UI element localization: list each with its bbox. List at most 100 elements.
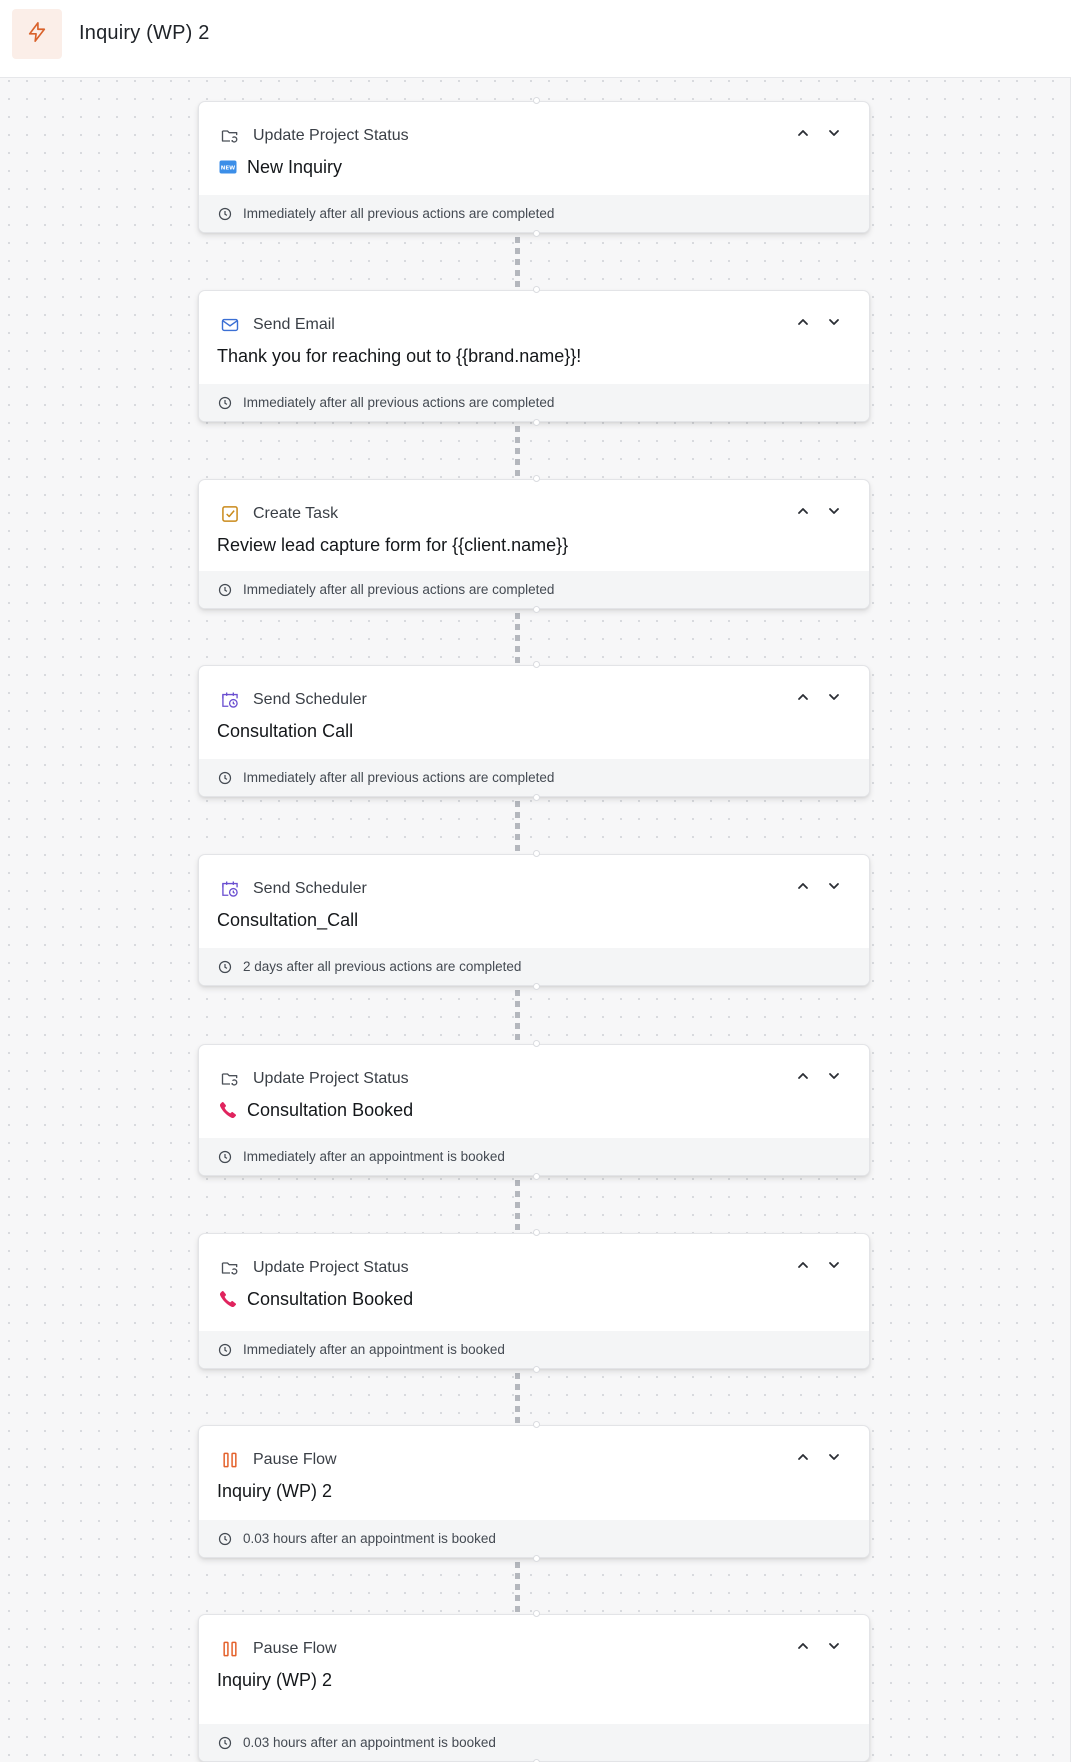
step-timing: Immediately after all previous actions a… [199, 571, 869, 608]
move-down-chevron-down-icon[interactable] [825, 877, 843, 895]
step-reorder-controls [794, 1067, 843, 1085]
envelope-icon [219, 314, 241, 336]
move-up-chevron-up-icon[interactable] [794, 1067, 812, 1085]
flow-connector [515, 990, 520, 1042]
step-title: Consultation Call [217, 718, 353, 744]
clock-icon [217, 1342, 233, 1358]
connector-anchor-bottom [533, 1555, 540, 1562]
move-down-chevron-down-icon[interactable] [825, 1067, 843, 1085]
step-title-text: Review lead capture form for {{client.na… [217, 534, 569, 555]
new-badge-icon: NEW [217, 156, 239, 178]
connector-anchor-top [533, 850, 540, 857]
connector-anchor-bottom [533, 419, 540, 426]
flow-step-card[interactable]: Update Project Status Consultation Booke… [198, 1044, 870, 1176]
step-reorder-controls [794, 124, 843, 142]
move-up-chevron-up-icon[interactable] [794, 688, 812, 706]
step-timing-text: 2 days after all previous actions are co… [243, 959, 522, 974]
clock-icon [217, 206, 233, 222]
move-up-chevron-up-icon[interactable] [794, 502, 812, 520]
step-type: Update Project Status [219, 1256, 409, 1280]
step-title: Inquiry (WP) 2 [217, 1667, 332, 1693]
flow-connector [515, 1180, 520, 1231]
step-title-text: Consultation Booked [247, 1099, 414, 1120]
move-up-chevron-up-icon[interactable] [794, 877, 812, 895]
flow-step-card[interactable]: Update Project Status Consultation Booke… [198, 1233, 870, 1369]
flow-step-card[interactable]: Send Scheduler Consultation_Call 2 days … [198, 854, 870, 986]
move-down-chevron-down-icon[interactable] [825, 124, 843, 142]
connector-anchor-bottom [533, 1366, 540, 1373]
step-title-text: Inquiry (WP) 2 [217, 1669, 333, 1690]
flow-connector [515, 237, 520, 288]
move-up-chevron-up-icon[interactable] [794, 313, 812, 331]
step-type-label: Update Project Status [253, 1259, 409, 1276]
step-type: Send Scheduler [219, 877, 367, 901]
flow-connector [515, 613, 520, 663]
step-timing-text: 0.03 hours after an appointment is booke… [243, 1531, 496, 1546]
step-timing-text: 0.03 hours after an appointment is booke… [243, 1735, 496, 1750]
step-title: Consultation_Call [217, 907, 358, 933]
svg-text:NEW: NEW [221, 166, 235, 172]
step-reorder-controls [794, 1448, 843, 1466]
clock-icon [217, 582, 233, 598]
flow-connector [515, 426, 520, 477]
step-title-text: Inquiry (WP) 2 [217, 1480, 333, 1501]
step-title: Consultation Booked [217, 1097, 413, 1123]
move-down-chevron-down-icon[interactable] [825, 1256, 843, 1274]
move-up-chevron-up-icon[interactable] [794, 1637, 812, 1655]
connector-anchor-top [533, 286, 540, 293]
step-type: Pause Flow [219, 1448, 337, 1472]
step-type: Send Email [219, 313, 335, 337]
flow-step-card[interactable]: Update Project Status NEW New Inquiry Im… [198, 101, 870, 233]
flow-connector [515, 1562, 520, 1612]
step-reorder-controls [794, 502, 843, 520]
connector-anchor-top [533, 1421, 540, 1428]
move-up-chevron-up-icon[interactable] [794, 1256, 812, 1274]
move-down-chevron-down-icon[interactable] [825, 313, 843, 331]
step-timing: Immediately after all previous actions a… [199, 759, 869, 796]
step-timing-text: Immediately after all previous actions a… [243, 582, 555, 597]
step-type-label: Pause Flow [253, 1640, 337, 1657]
step-timing-text: Immediately after all previous actions a… [243, 206, 555, 221]
phone-icon [217, 1288, 239, 1310]
flow-step-card[interactable]: Create Task Review lead capture form for… [198, 479, 870, 609]
move-down-chevron-down-icon[interactable] [825, 1448, 843, 1466]
step-title: Inquiry (WP) 2 [217, 1478, 332, 1504]
connector-anchor-top [533, 1040, 540, 1047]
step-timing-text: Immediately after an appointment is book… [243, 1149, 505, 1164]
folder-sync-icon [219, 1068, 241, 1090]
connector-anchor-bottom [533, 983, 540, 990]
trigger-badge[interactable] [12, 9, 62, 59]
checkbox-icon [219, 503, 241, 525]
step-timing: Immediately after an appointment is book… [199, 1331, 869, 1368]
clock-icon [217, 395, 233, 411]
step-type: Update Project Status [219, 124, 409, 148]
step-timing-text: Immediately after all previous actions a… [243, 395, 555, 410]
step-type-label: Update Project Status [253, 1070, 409, 1087]
move-down-chevron-down-icon[interactable] [825, 1637, 843, 1655]
step-title: Consultation Booked [217, 1286, 413, 1312]
step-timing: Immediately after an appointment is book… [199, 1138, 869, 1175]
move-down-chevron-down-icon[interactable] [825, 502, 843, 520]
step-title-text: Consultation_Call [217, 909, 359, 930]
step-type: Update Project Status [219, 1067, 409, 1091]
step-reorder-controls [794, 1256, 843, 1274]
connector-anchor-bottom [533, 606, 540, 613]
move-down-chevron-down-icon[interactable] [825, 688, 843, 706]
step-timing: Immediately after all previous actions a… [199, 384, 869, 421]
flow-connector [515, 801, 520, 852]
step-type-label: Send Scheduler [253, 880, 367, 897]
flow-step-card[interactable]: Pause Flow Inquiry (WP) 2 0.03 hours aft… [198, 1425, 870, 1558]
move-up-chevron-up-icon[interactable] [794, 1448, 812, 1466]
flow-step-card[interactable]: Send Scheduler Consultation Call Immedia… [198, 665, 870, 797]
lightning-bolt-icon [26, 21, 48, 48]
step-reorder-controls [794, 688, 843, 706]
move-up-chevron-up-icon[interactable] [794, 124, 812, 142]
connector-anchor-top [533, 97, 540, 104]
step-timing: 2 days after all previous actions are co… [199, 948, 869, 985]
pause-icon [219, 1638, 241, 1660]
step-reorder-controls [794, 313, 843, 331]
flow-step-card[interactable]: Send Email Thank you for reaching out to… [198, 290, 870, 422]
flow-step-card[interactable]: Pause Flow Inquiry (WP) 2 0.03 hours aft… [198, 1614, 870, 1762]
step-timing: Immediately after all previous actions a… [199, 195, 869, 232]
step-reorder-controls [794, 1637, 843, 1655]
